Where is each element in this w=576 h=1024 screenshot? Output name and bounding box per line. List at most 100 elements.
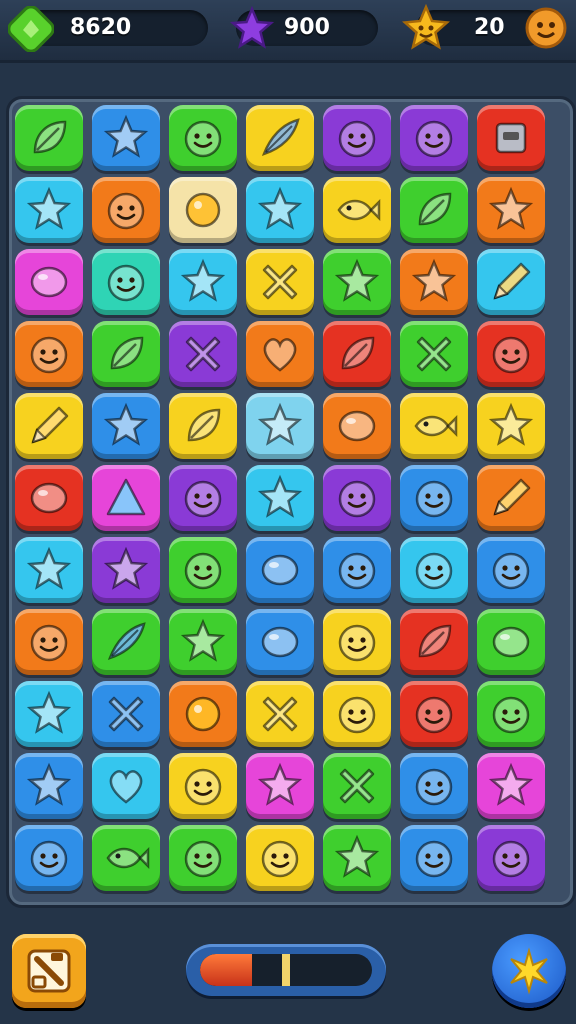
board-tile[interactable] <box>92 537 160 603</box>
board-tile[interactable] <box>400 537 468 603</box>
smiley-face-icon <box>487 834 535 882</box>
board-tile[interactable] <box>246 393 314 459</box>
board-tile[interactable] <box>400 177 468 243</box>
board-tile[interactable] <box>323 537 391 603</box>
board-tile[interactable] <box>477 393 545 459</box>
bubble-icon <box>333 402 381 450</box>
board-tile[interactable] <box>323 609 391 675</box>
board-tile[interactable] <box>246 177 314 243</box>
board-tile[interactable] <box>400 321 468 387</box>
leaf-icon <box>410 186 458 234</box>
board-tile[interactable] <box>15 393 83 459</box>
board-tile[interactable] <box>92 249 160 315</box>
board-tile[interactable] <box>323 177 391 243</box>
smiley-face-icon <box>179 546 227 594</box>
board-tile[interactable] <box>477 681 545 747</box>
board-tile[interactable] <box>169 105 237 171</box>
board-tile[interactable] <box>477 105 545 171</box>
board-tile[interactable] <box>400 753 468 819</box>
board-tile[interactable] <box>323 465 391 531</box>
board-tile[interactable] <box>323 753 391 819</box>
star-icon <box>410 258 458 306</box>
board-tile[interactable] <box>477 609 545 675</box>
board-tile[interactable] <box>323 105 391 171</box>
board-tile[interactable] <box>477 753 545 819</box>
board-tile[interactable] <box>15 249 83 315</box>
board-tile[interactable] <box>246 105 314 171</box>
board-tile[interactable] <box>400 681 468 747</box>
board-tile[interactable] <box>477 537 545 603</box>
board-tile[interactable] <box>92 681 160 747</box>
smiley-face-icon <box>179 474 227 522</box>
booster-meter <box>186 944 386 996</box>
board-tile[interactable] <box>92 465 160 531</box>
board-tile[interactable] <box>246 609 314 675</box>
board-tile[interactable] <box>246 249 314 315</box>
board-tile[interactable] <box>92 321 160 387</box>
board-tile[interactable] <box>92 393 160 459</box>
board-tile[interactable] <box>15 681 83 747</box>
star-icon <box>102 546 150 594</box>
profile-avatar-icon[interactable] <box>524 6 568 50</box>
board-tile[interactable] <box>246 753 314 819</box>
board-tile[interactable] <box>92 825 160 891</box>
board-tile[interactable] <box>400 825 468 891</box>
board-tile[interactable] <box>400 609 468 675</box>
board-tile[interactable] <box>15 321 83 387</box>
board-tile[interactable] <box>323 249 391 315</box>
board-tile[interactable] <box>169 177 237 243</box>
board-tile[interactable] <box>246 321 314 387</box>
board-tile[interactable] <box>323 393 391 459</box>
board-tile[interactable] <box>400 105 468 171</box>
board-tile[interactable] <box>169 825 237 891</box>
hammer-booster-button[interactable] <box>12 934 86 1008</box>
board-tile[interactable] <box>169 393 237 459</box>
board-tile[interactable] <box>15 537 83 603</box>
hammer-icon <box>27 949 71 993</box>
board-tile[interactable] <box>15 753 83 819</box>
board-tile[interactable] <box>15 465 83 531</box>
board-tile[interactable] <box>323 681 391 747</box>
board-tile[interactable] <box>477 177 545 243</box>
board-tile[interactable] <box>477 249 545 315</box>
purple-star-icon <box>230 6 274 50</box>
board-tile[interactable] <box>323 321 391 387</box>
board-tile[interactable] <box>169 537 237 603</box>
board-tile[interactable] <box>92 609 160 675</box>
board-tile[interactable] <box>246 825 314 891</box>
board-tile[interactable] <box>246 537 314 603</box>
board-tile[interactable] <box>400 393 468 459</box>
board-tile[interactable] <box>169 249 237 315</box>
board-tile[interactable] <box>92 753 160 819</box>
board-tile[interactable] <box>477 825 545 891</box>
board-tile[interactable] <box>15 609 83 675</box>
smiley-face-icon <box>333 618 381 666</box>
star-burst-button[interactable] <box>492 934 566 1008</box>
board-tile[interactable] <box>246 465 314 531</box>
board-tile[interactable] <box>15 105 83 171</box>
board-tile[interactable] <box>323 825 391 891</box>
board-tile[interactable] <box>400 249 468 315</box>
board-tile[interactable] <box>400 465 468 531</box>
board-tile[interactable] <box>477 321 545 387</box>
star-icon <box>333 258 381 306</box>
board-tile[interactable] <box>169 465 237 531</box>
bubble-icon <box>25 258 73 306</box>
board-tile[interactable] <box>15 825 83 891</box>
score-value: 8620 <box>70 15 132 40</box>
board-tile[interactable] <box>169 681 237 747</box>
board-tile[interactable] <box>246 681 314 747</box>
star-icon <box>25 762 73 810</box>
board-tile[interactable] <box>15 177 83 243</box>
board-tile[interactable] <box>169 609 237 675</box>
smiley-face-icon <box>410 690 458 738</box>
board-tile[interactable] <box>169 753 237 819</box>
square-face-icon <box>487 114 535 162</box>
board-tile[interactable] <box>169 321 237 387</box>
board-tile[interactable] <box>92 105 160 171</box>
booster-meter-marker <box>282 954 290 986</box>
board-tile[interactable] <box>477 465 545 531</box>
board-tile[interactable] <box>92 177 160 243</box>
feather-icon <box>102 618 150 666</box>
smiley-face-icon <box>410 834 458 882</box>
